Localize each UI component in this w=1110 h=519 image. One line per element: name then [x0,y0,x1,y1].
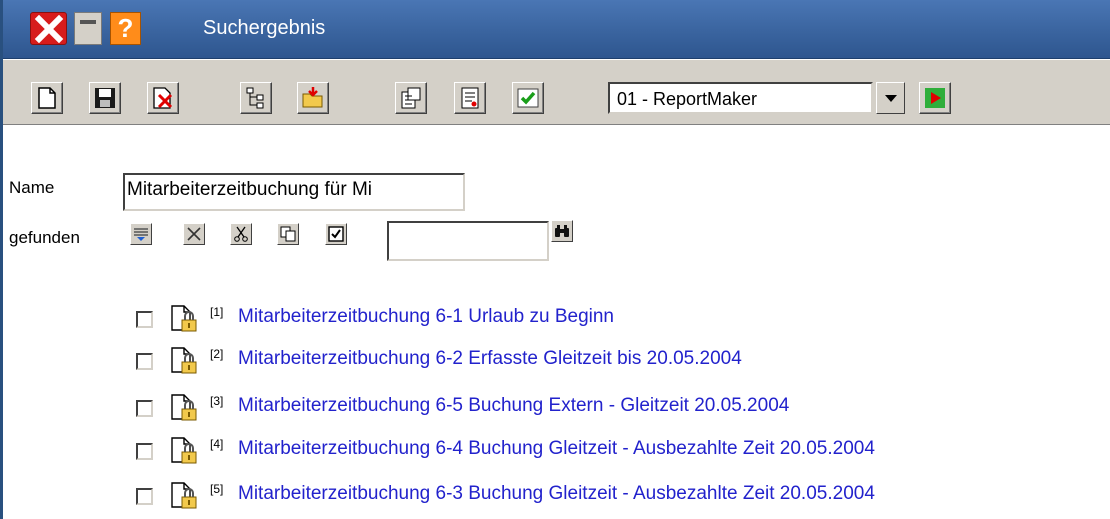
result-link[interactable]: Mitarbeiterzeitbuchung 6-4 Buchung Gleit… [238,438,875,460]
save-icon[interactable] [89,82,121,114]
toolbar: 01 - ReportMaker [3,59,1110,125]
result-index: [5] [210,482,224,496]
window-title: Suchergebnis [203,17,326,39]
result-checkbox[interactable] [136,400,153,417]
locked-document-icon [170,436,204,471]
result-index: [4] [210,437,224,451]
delete-icon[interactable] [147,82,179,114]
locked-document-icon [170,304,204,339]
checkbox-icon[interactable] [325,223,347,245]
tree-view-icon[interactable] [240,82,272,114]
binoculars-icon[interactable] [551,220,573,242]
result-link[interactable]: Mitarbeiterzeitbuchung 6-5 Buchung Exter… [238,395,789,417]
report-select[interactable]: 01 - ReportMaker [608,82,873,114]
result-link[interactable]: Mitarbeiterzeitbuchung 6-1 Urlaub zu Beg… [238,306,614,328]
locked-document-icon [170,346,204,381]
result-link[interactable]: Mitarbeiterzeitbuchung 6-2 Erfasste Glei… [238,348,742,370]
open-folder-icon[interactable] [297,82,329,114]
name-input[interactable]: Mitarbeiterzeitbuchung für Mi [123,173,465,211]
report-select-value: 01 - ReportMaker [617,89,758,109]
cut-icon[interactable] [230,223,252,245]
search-input[interactable] [387,221,549,261]
result-link[interactable]: Mitarbeiterzeitbuchung 6-3 Buchung Gleit… [238,483,875,505]
title-bar: ? Suchergebnis [3,0,1110,59]
name-label: Name [9,178,55,197]
result-checkbox[interactable] [136,311,153,328]
select-all-icon[interactable] [130,223,152,245]
check-icon[interactable] [512,82,544,114]
clear-icon[interactable] [183,223,205,245]
report-icon[interactable] [454,82,486,114]
main-window: ? Suchergebnis 01 - ReportMaker Name Mit… [0,0,1110,519]
minimize-icon[interactable] [74,12,102,45]
result-checkbox[interactable] [136,353,153,370]
result-index: [1] [210,305,224,319]
locked-document-icon [170,481,204,516]
copy-icon[interactable] [277,223,299,245]
dropdown-arrow-icon[interactable] [876,82,905,114]
new-document-icon[interactable] [31,82,63,114]
result-checkbox[interactable] [136,488,153,505]
close-icon[interactable] [30,12,67,45]
result-checkbox[interactable] [136,443,153,460]
properties-icon[interactable] [395,82,427,114]
result-index: [3] [210,394,224,408]
result-index: [2] [210,347,224,361]
play-icon[interactable] [919,82,951,114]
locked-document-icon [170,393,204,428]
help-icon[interactable]: ? [110,12,141,45]
found-label: gefunden [9,228,80,247]
